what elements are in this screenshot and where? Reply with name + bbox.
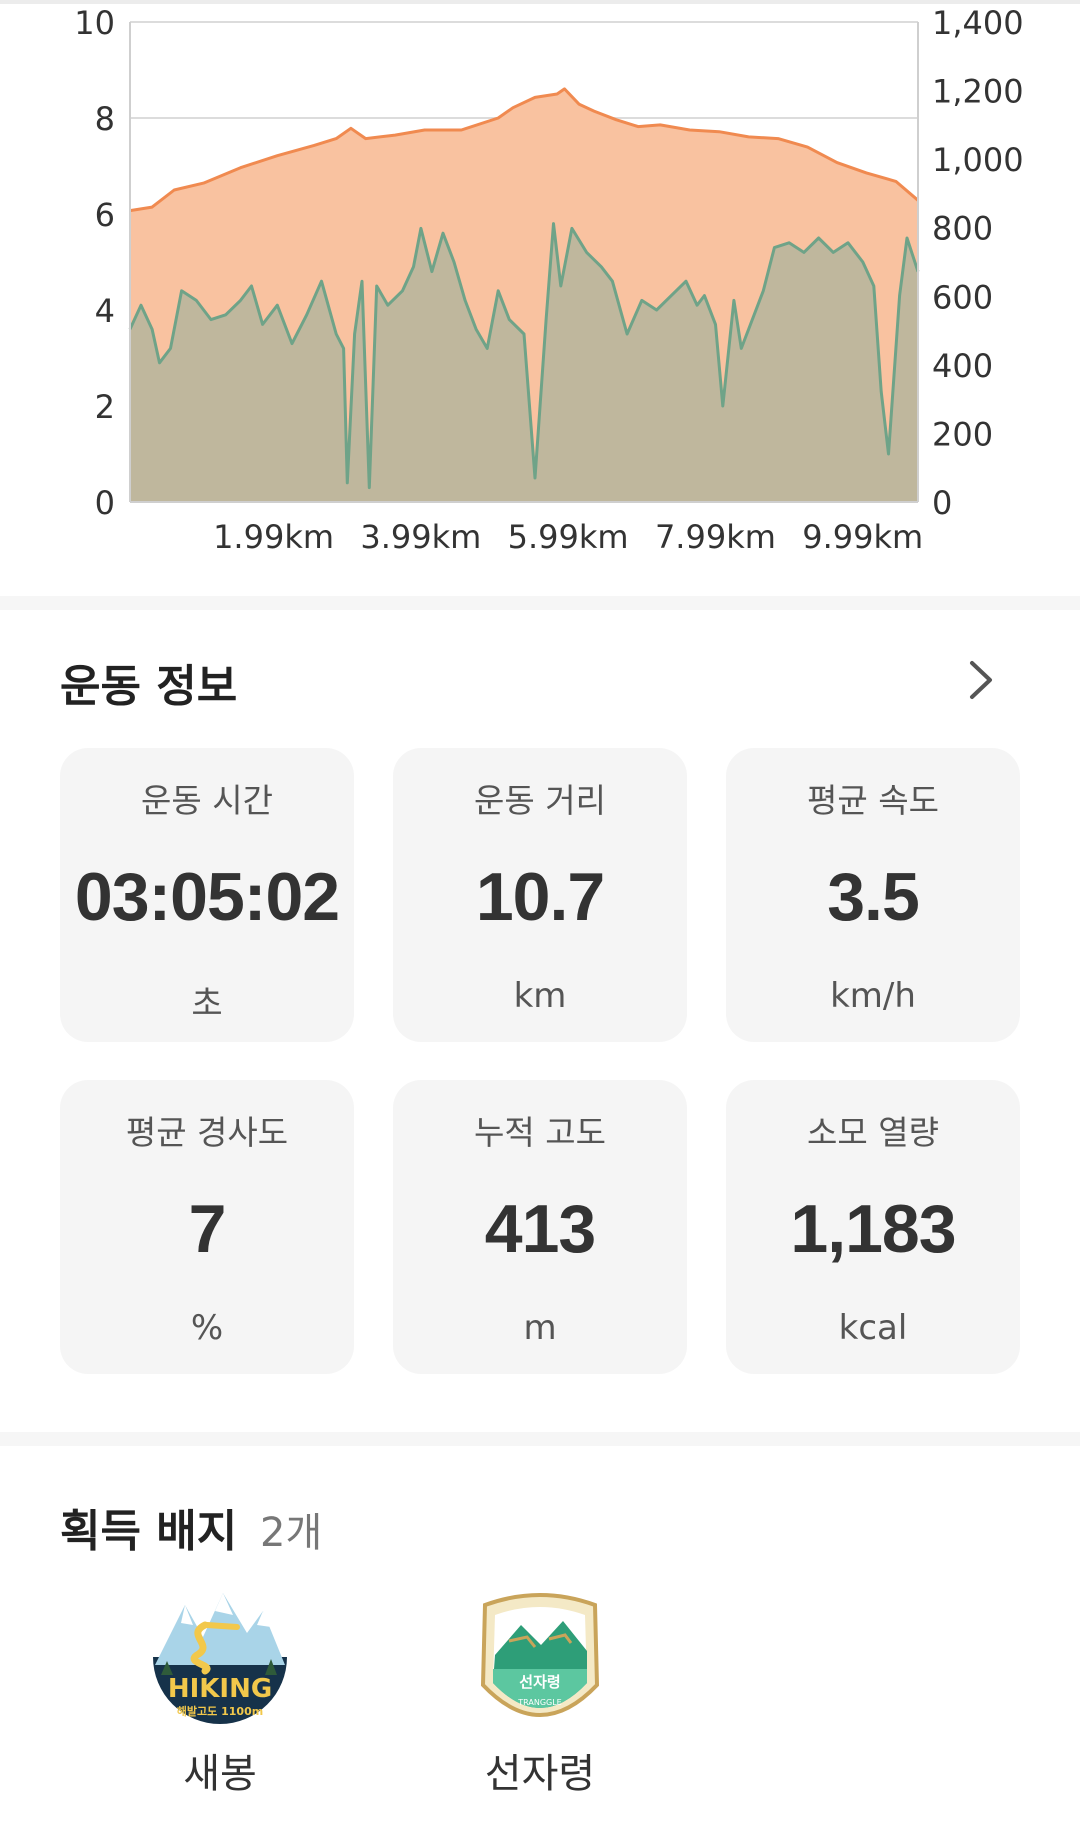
stat-unit: km <box>513 976 567 1016</box>
stat-label: 운동 거리 <box>474 781 606 820</box>
stat-card-avg-slope: 평균 경사도 7 % <box>60 1080 354 1374</box>
hiking-badge-icon: HIKING 해발고도 1100m <box>153 1593 287 1724</box>
stat-value: 413 <box>484 1191 596 1267</box>
stat-value: 03:05:02 <box>74 859 340 935</box>
seonjaryeong-badge-icon: 선자령 TRANGGLE <box>480 1593 600 1717</box>
stat-card-time: 운동 시간 03:05:02 초 <box>60 748 354 1042</box>
stat-label: 평균 경사도 <box>125 1113 289 1152</box>
y-left-tick-label: 0 <box>95 484 115 522</box>
badges-title: 획득 배지 <box>60 1506 238 1557</box>
x-tick-label: 5.99km <box>508 518 629 556</box>
y-right-tick-label: 600 <box>932 278 993 316</box>
stat-unit: m <box>523 1308 557 1348</box>
stat-value: 1,183 <box>790 1191 956 1267</box>
stat-card-elevation-gain: 누적 고도 413 m <box>393 1080 687 1374</box>
stat-card-avg-speed: 평균 속도 3.5 km/h <box>726 748 1020 1042</box>
y-right-tick-label: 1,000 <box>932 141 1024 179</box>
y-left-tick-label: 8 <box>95 100 115 138</box>
badge-art-subtext: TRANGGLE <box>517 1698 562 1707</box>
chevron-right-icon[interactable] <box>962 655 1002 705</box>
stat-value: 10.7 <box>475 859 605 935</box>
badge-art-subtext: 해발고도 1100m <box>177 1704 263 1718</box>
stat-label: 소모 열량 <box>807 1113 939 1152</box>
stat-label: 운동 시간 <box>141 781 273 820</box>
stat-card-calories: 소모 열량 1,183 kcal <box>726 1080 1020 1374</box>
section-divider <box>0 1432 1080 1446</box>
y-right-tick-label: 400 <box>932 347 993 385</box>
badge-name: 새봉 <box>183 1751 257 1797</box>
stat-label: 평균 속도 <box>807 781 939 820</box>
stat-unit: kcal <box>838 1308 908 1348</box>
badge-item[interactable]: HIKING 해발고도 1100m 새봉 <box>130 1585 310 1799</box>
badge-art-text: 선자령 <box>519 1673 560 1691</box>
elevation-speed-chart: 0 2 4 6 8 10 0 200 400 600 800 1,000 1,200 1,400 1.99k… <box>74 4 1024 556</box>
chart-areas <box>128 87 920 503</box>
y-right-tick-label: 0 <box>932 484 952 522</box>
x-tick-label: 3.99km <box>360 518 481 556</box>
section-divider <box>0 596 1080 610</box>
stat-label: 누적 고도 <box>474 1113 606 1152</box>
y-right-tick-label: 800 <box>932 210 993 248</box>
stat-unit: % <box>190 1308 224 1348</box>
y-right-tick-label: 1,400 <box>932 4 1024 42</box>
y-left-tick-label: 4 <box>95 292 115 330</box>
badge-count: 2개 <box>260 1510 323 1556</box>
y-left-tick-label: 2 <box>95 388 115 426</box>
y-left-tick-label: 10 <box>74 4 115 42</box>
x-tick-label: 9.99km <box>802 518 923 556</box>
badge-art-text: HIKING <box>168 1674 272 1704</box>
y-right-tick-label: 200 <box>932 415 993 453</box>
x-tick-label: 7.99km <box>655 518 776 556</box>
y-right-tick-label: 1,200 <box>932 73 1024 111</box>
stat-unit: km/h <box>830 976 916 1016</box>
badge-name: 선자령 <box>484 1751 596 1797</box>
stat-value: 7 <box>188 1191 227 1267</box>
badge-item[interactable]: 선자령 TRANGGLE 선자령 <box>450 1585 630 1799</box>
stat-card-distance: 운동 거리 10.7 km <box>393 748 687 1042</box>
stat-value: 3.5 <box>827 859 920 935</box>
stat-unit: 초 <box>191 984 223 1024</box>
workout-info-title: 운동 정보 <box>60 661 238 712</box>
x-tick-label: 1.99km <box>213 518 334 556</box>
y-left-tick-label: 6 <box>95 196 115 234</box>
